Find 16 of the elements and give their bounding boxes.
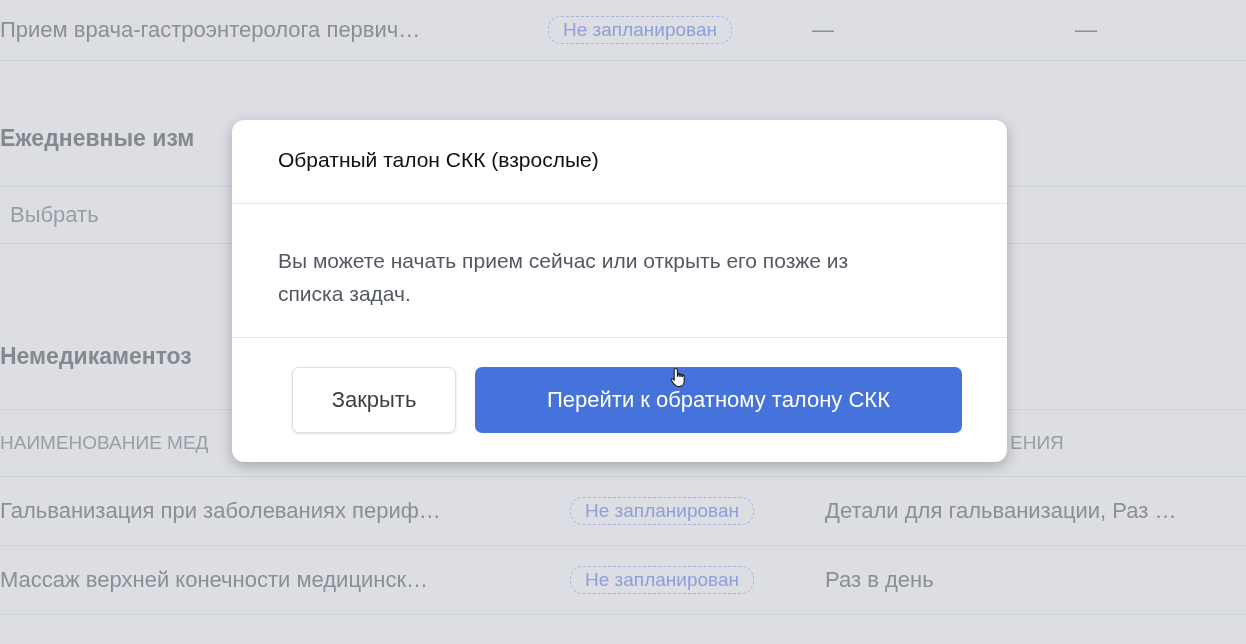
- dialog-message: Вы можете начать прием сейчас или открыть его позже из списка задач.: [232, 204, 1007, 338]
- column-header: НАИМЕНОВАНИЕ МЕД: [0, 432, 210, 454]
- procedure-details: Детали для гальванизации, Раз …: [825, 498, 1178, 524]
- table-cell-text: —: [812, 17, 835, 43]
- close-button[interactable]: Закрыть: [292, 367, 456, 433]
- procedure-name: Гальванизация при заболеваниях периф…: [0, 498, 442, 524]
- section-heading: Ежедневные изм: [0, 124, 195, 153]
- hand-cursor-icon: [670, 367, 688, 388]
- section-heading: Немедикаментоз: [0, 342, 192, 371]
- table-cell-text: —: [1075, 17, 1098, 43]
- dialog-title: Обратный талон СКК (взрослые): [232, 120, 1007, 204]
- procedure-details: Раз в день: [825, 567, 935, 593]
- procedure-name: Массаж верхней конечности медицинск…: [0, 567, 430, 593]
- column-header: ЕНИЯ: [1010, 432, 1065, 454]
- go-to-form-button[interactable]: Перейти к обратному талону СКК: [475, 367, 962, 433]
- procedure-name: Прием врача-гастроэнтеролога первич…: [0, 17, 422, 43]
